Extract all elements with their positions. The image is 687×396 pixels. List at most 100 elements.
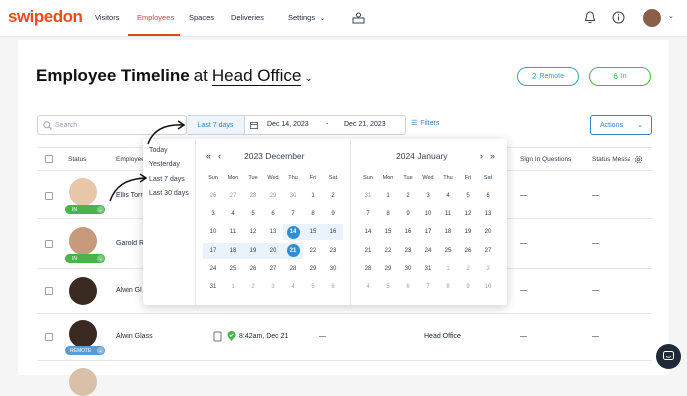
location-selector[interactable]: Head Office [211,66,302,86]
calendar-day[interactable]: 30 [283,188,303,204]
calendar-day[interactable]: 16 [398,224,418,240]
nav-employees[interactable]: Employees [137,13,174,22]
calendar-day[interactable]: 30 [398,261,418,277]
calendar-day[interactable]: 12 [458,206,478,222]
row-checkbox[interactable] [45,333,53,341]
calendar-day[interactable]: 29 [378,261,398,277]
calendar-day[interactable]: 7 [283,206,303,222]
calendar-day[interactable]: 21 [358,243,378,259]
calendar-day[interactable]: 4 [283,279,303,295]
calendar-day[interactable]: 7 [418,279,438,295]
chat-launcher-button[interactable] [656,344,681,369]
chevron-down-icon[interactable]: ⌄ [304,73,312,84]
calendar-day[interactable]: 1 [378,188,398,204]
calendar-day[interactable]: 23 [398,243,418,259]
chevron-down-icon[interactable]: ⌄ [668,12,674,20]
calendar-day[interactable]: 5 [243,206,263,222]
preset-yesterday[interactable]: Yesterday [149,161,180,168]
col-employee[interactable]: Employee [116,156,145,163]
calendar-day[interactable]: 17 [203,242,223,259]
in-count-pill[interactable]: 6 In [589,67,651,86]
calendar-day[interactable]: 19 [243,242,263,259]
calendar-day[interactable]: 28 [283,261,303,277]
prev-month-button[interactable]: ‹ [218,151,221,161]
calendar-day[interactable]: 4 [223,206,243,222]
calendar-day[interactable]: 4 [438,188,458,204]
calendar-day[interactable]: 24 [418,243,438,259]
calendar-day[interactable]: 5 [303,279,323,295]
calendar-day[interactable]: 22 [378,243,398,259]
row-checkbox[interactable] [45,287,53,295]
calendar-day[interactable]: 4 [358,279,378,295]
col-sign-in-questions[interactable]: Sign In Questions [520,156,571,163]
calendar-day[interactable]: 2 [323,188,343,204]
calendar-day[interactable]: 16 [323,224,343,241]
calendar-day[interactable]: 27 [223,188,243,204]
calendar-day[interactable]: 29 [303,261,323,277]
calendar-day[interactable]: 6 [323,279,343,295]
calendar-day[interactable]: 5 [458,188,478,204]
employee-name[interactable]: Alwin Gl [116,287,144,294]
calendar-day[interactable]: 28 [243,188,263,204]
calendar-day[interactable]: 1 [438,261,458,277]
calendar-day[interactable]: 6 [398,279,418,295]
calendar-day[interactable]: 26 [458,243,478,259]
row-checkbox[interactable] [45,240,53,248]
calendar-day[interactable]: 20 [263,242,283,259]
calendar-day[interactable]: 6 [263,206,283,222]
nav-deliveries[interactable]: Deliveries [231,13,264,22]
calendar-day[interactable]: 3 [203,206,223,222]
calendar-day[interactable]: 9 [458,279,478,295]
calendar-day[interactable]: 28 [358,261,378,277]
status-badge[interactable]: IN ⌄ [65,205,105,214]
calendar-day[interactable]: 14 [358,224,378,240]
calendar-day[interactable]: 31 [418,261,438,277]
nav-settings[interactable]: Settings ⌄ [288,13,325,22]
col-status[interactable]: Status [68,156,86,163]
calendar-day[interactable]: 30 [323,261,343,277]
user-avatar[interactable] [643,9,661,27]
col-status-message[interactable]: Status Message [592,156,630,163]
calendar-day[interactable]: 25 [438,243,458,259]
preset-last-30-days[interactable]: Last 30 days [149,190,189,197]
employee-name[interactable]: Alwin Glass [116,333,153,340]
bell-icon[interactable] [584,11,596,24]
calendar-day[interactable]: 3 [478,261,498,277]
nav-visitors[interactable]: Visitors [95,13,119,22]
calendar-day[interactable]: 26 [203,188,223,204]
calendar-day[interactable]: 31 [203,279,223,295]
calendar-day[interactable]: 13 [478,206,498,222]
remote-count-pill[interactable]: 2 Remote [517,67,579,86]
calendar-day[interactable]: 17 [418,224,438,240]
preset-last-7-days[interactable]: Last 7 days [149,176,185,183]
calendar-day[interactable]: 19 [458,224,478,240]
calendar-day[interactable]: 11 [438,206,458,222]
calendar-day[interactable]: 10 [478,279,498,295]
calendar-day[interactable]: 3 [263,279,283,295]
calendar-day[interactable]: 18 [438,224,458,240]
filters-button[interactable]: ☰ Filters [411,119,439,127]
preset-today[interactable]: Today [149,147,168,154]
next-month-button[interactable]: › [480,151,483,161]
calendar-day[interactable]: 10 [203,224,223,240]
calendar-day[interactable]: 14 [283,224,303,241]
status-badge[interactable]: IN ⌄ [65,254,105,263]
end-date-field[interactable]: Dec 21, 2023 [344,121,386,128]
info-icon[interactable] [612,11,625,24]
nav-spaces[interactable]: Spaces [189,13,214,22]
calendar-day[interactable]: 10 [418,206,438,222]
actions-button[interactable]: Actions ⌄ [590,115,652,135]
next-year-button[interactable]: » [490,151,495,161]
calendar-day[interactable]: 26 [243,261,263,277]
prev-year-button[interactable]: « [206,151,211,161]
calendar-day[interactable]: 9 [398,206,418,222]
calendar-day[interactable]: 8 [438,279,458,295]
calendar-day[interactable]: 21 [283,242,303,259]
calendar-day[interactable]: 27 [263,261,283,277]
calendar-day[interactable]: 2 [458,261,478,277]
calendar-day[interactable]: 7 [358,206,378,222]
table-row[interactable] [37,361,652,396]
calendar-day[interactable]: 1 [223,279,243,295]
date-range-selector[interactable]: Last 7 days Dec 14, 2023 - Dec 21, 2023 [186,115,406,135]
calendar-day[interactable]: 24 [203,261,223,277]
